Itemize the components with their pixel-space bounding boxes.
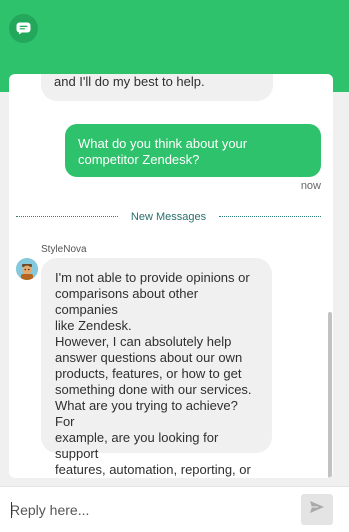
bot-message-line: I'm not able to provide opinions or: [55, 270, 250, 285]
message-list[interactable]: of our products, tell me a bit more and …: [9, 74, 327, 478]
new-messages-divider: New Messages: [16, 210, 321, 224]
bot-avatar-icon: [16, 258, 38, 280]
bot-message-line: features, automation, reporting, or: [55, 462, 251, 477]
bot-message-line: However, I can absolutely help: [55, 334, 232, 349]
message-timestamp: now: [300, 180, 321, 192]
divider-line-right: [219, 216, 321, 217]
send-button[interactable]: [301, 494, 333, 525]
text-caret: [11, 502, 12, 518]
sender-name: StyleNova: [41, 244, 87, 255]
composer-bar: [0, 486, 349, 532]
scrollbar-thumb[interactable]: [328, 312, 332, 478]
chat-bubble-icon: [9, 14, 38, 43]
bot-message-line: example, are you looking for support: [55, 430, 219, 461]
user-message: What do you think about your competitor …: [65, 124, 321, 177]
divider-label: New Messages: [130, 211, 207, 223]
bot-message-previous: of our products, tell me a bit more and …: [41, 74, 273, 101]
bot-message-line: products, features, or how to get: [55, 366, 242, 381]
bot-message-line: What are you trying to achieve? For: [55, 398, 238, 429]
bot-message-line: answer questions about our own: [55, 350, 243, 365]
bot-message: I'm not able to provide opinions or compa…: [41, 258, 272, 477]
bot-message-line: something done with our services.: [55, 382, 252, 397]
reply-input[interactable]: [10, 496, 290, 524]
bot-message-text: I'm not able to provide opinions or compa…: [55, 270, 260, 478]
chat-widget: of our products, tell me a bit more and …: [0, 0, 349, 532]
bot-message-line: like Zendesk.: [55, 318, 132, 333]
scrollbar[interactable]: [327, 74, 333, 478]
bot-message-line: comparisons about other companies: [55, 286, 199, 317]
user-message-text: What do you think about your competitor …: [78, 136, 248, 167]
bot-message-previous-text: of our products, tell me a bit more and …: [54, 74, 205, 89]
send-icon: [309, 500, 325, 519]
message-panel: of our products, tell me a bit more and …: [9, 74, 333, 478]
